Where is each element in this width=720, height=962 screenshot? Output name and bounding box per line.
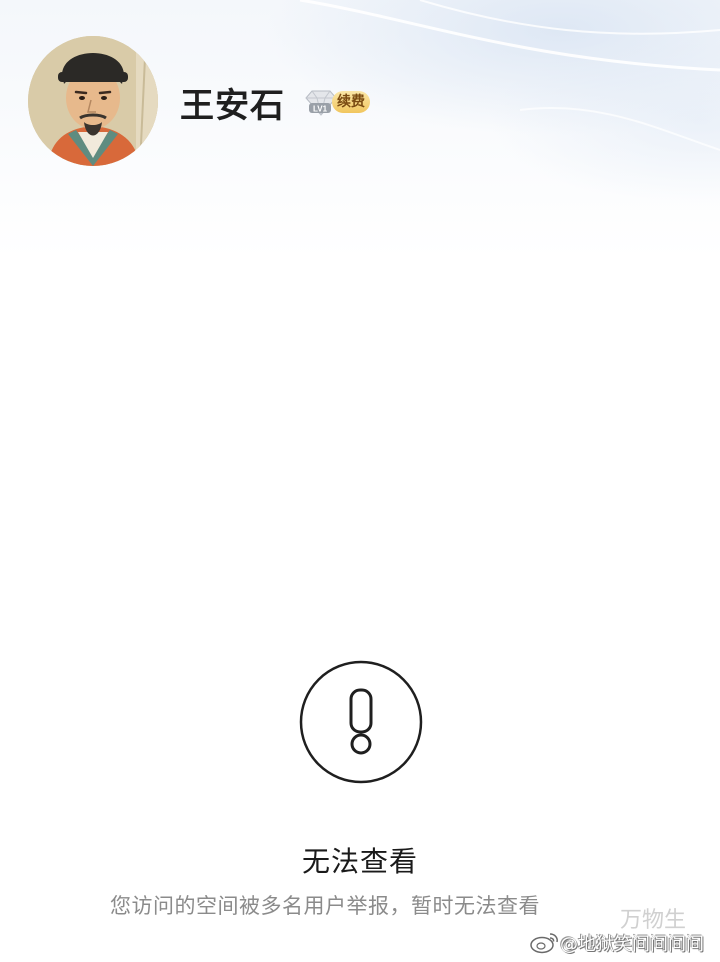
vip-level-label: LV1 <box>313 105 328 114</box>
avatar[interactable] <box>28 36 158 166</box>
weibo-watermark: @地狱笑间间间间 <box>530 928 720 956</box>
exclamation-circle-icon <box>299 660 423 784</box>
username: 王安石 <box>180 86 285 126</box>
portrait-image <box>28 36 158 166</box>
blocked-description: 您访问的空间被多名用户举报，暂时无法查看 <box>110 894 540 918</box>
profile-header: 王安石 LV1 续费 <box>28 36 688 166</box>
vip-renew-button[interactable]: 续费 <box>332 91 370 113</box>
vip-badge[interactable]: LV1 续费 <box>302 88 372 118</box>
weibo-handle: @地狱笑间间间间 <box>560 934 704 955</box>
weibo-icon <box>530 933 558 954</box>
blocked-title: 无法查看 <box>301 845 418 878</box>
